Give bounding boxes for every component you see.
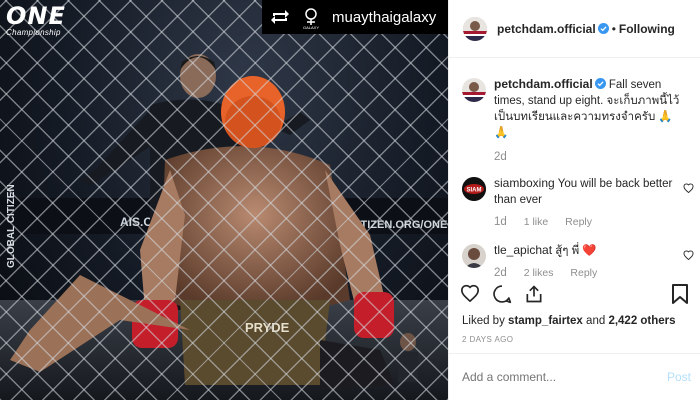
caption-username[interactable]: petchdam.official bbox=[494, 77, 593, 91]
share-icon[interactable] bbox=[524, 284, 544, 304]
like-heart-icon[interactable] bbox=[460, 284, 480, 302]
avatar[interactable] bbox=[462, 244, 486, 268]
post-actions bbox=[460, 284, 544, 304]
list-item: tle_apichat สู้ๆ พี่ ❤️ 2d 2 likes Reply bbox=[462, 242, 694, 279]
user-avatar-icon bbox=[462, 244, 486, 268]
add-comment-input[interactable] bbox=[462, 370, 652, 384]
caption-age[interactable]: 2d bbox=[494, 151, 507, 163]
avatar[interactable] bbox=[463, 16, 487, 41]
post-timestamp[interactable]: 2 DAYS AGO bbox=[462, 335, 513, 344]
comment-age[interactable]: 1d bbox=[494, 216, 507, 228]
reply-button[interactable]: Reply bbox=[570, 267, 597, 279]
repost-handle: muaythaigalaxy bbox=[332, 8, 437, 26]
verified-badge-icon bbox=[597, 23, 609, 34]
avatar[interactable] bbox=[462, 78, 486, 102]
post-header: petchdam.official • Following bbox=[449, 0, 700, 58]
likes-summary: Liked by stamp_fairtex and 2,422 others bbox=[462, 315, 676, 327]
verified-badge-icon bbox=[594, 78, 606, 89]
avatar[interactable]: SIAM bbox=[462, 177, 486, 201]
comment-age[interactable]: 2d bbox=[494, 267, 507, 279]
comment-username[interactable]: tle_apichat bbox=[494, 243, 552, 257]
svg-text:SIAM: SIAM bbox=[467, 188, 482, 194]
repost-banner: GALAXY muaythaigalaxy bbox=[262, 0, 448, 34]
heart-icon[interactable] bbox=[683, 183, 694, 193]
reply-button[interactable]: Reply bbox=[565, 216, 592, 228]
likes-others[interactable]: 2,422 others bbox=[608, 315, 675, 327]
liked-by-user[interactable]: stamp_fairtex bbox=[508, 315, 583, 327]
comment-text: สู้ๆ พี่ ❤️ bbox=[555, 245, 597, 257]
comment-likes[interactable]: 1 like bbox=[524, 216, 549, 228]
comment-username[interactable]: siamboxing bbox=[494, 176, 555, 190]
user-avatar-icon bbox=[463, 16, 487, 41]
comment-likes[interactable]: 2 likes bbox=[524, 267, 554, 279]
repost-icon bbox=[271, 10, 289, 24]
one-championship-logo: ONE Championship bbox=[6, 4, 66, 37]
logo-wordmark: ONE bbox=[6, 2, 66, 30]
likes-prefix: Liked by bbox=[462, 315, 505, 327]
likes-middle: and bbox=[586, 315, 606, 327]
bookmark-icon[interactable] bbox=[672, 284, 688, 304]
user-avatar-icon bbox=[462, 78, 486, 102]
following-button[interactable]: Following bbox=[619, 22, 675, 36]
header-username[interactable]: petchdam.official bbox=[497, 22, 596, 36]
post-photo[interactable]: AIS.CO GLOBAL/CITIZEN.ORG/ONECHAMP GLOBA… bbox=[0, 0, 448, 400]
svg-text:GALAXY: GALAXY bbox=[303, 25, 319, 30]
fight-scene-image: AIS.CO GLOBAL/CITIZEN.ORG/ONECHAMP GLOBA… bbox=[0, 54, 448, 400]
comment-icon[interactable] bbox=[492, 284, 512, 304]
muaythaigalaxy-badge-icon: GALAXY bbox=[303, 8, 319, 30]
logo-subtitle: Championship bbox=[6, 28, 61, 37]
svg-text:GLOBAL CITIZEN: GLOBAL CITIZEN bbox=[6, 184, 17, 268]
divider bbox=[448, 353, 700, 354]
caption: petchdam.official Fall seven times, stan… bbox=[462, 76, 692, 163]
siam-boxing-avatar-icon: SIAM bbox=[462, 177, 486, 201]
svg-text:PRYDE: PRYDE bbox=[245, 320, 290, 335]
comments-list: petchdam.official Fall seven times, stan… bbox=[462, 70, 694, 279]
heart-icon[interactable] bbox=[683, 250, 694, 260]
header-separator: • bbox=[611, 21, 616, 36]
post-comment-button[interactable]: Post bbox=[667, 370, 691, 384]
list-item: SIAM siamboxing You will be back better … bbox=[462, 175, 694, 228]
